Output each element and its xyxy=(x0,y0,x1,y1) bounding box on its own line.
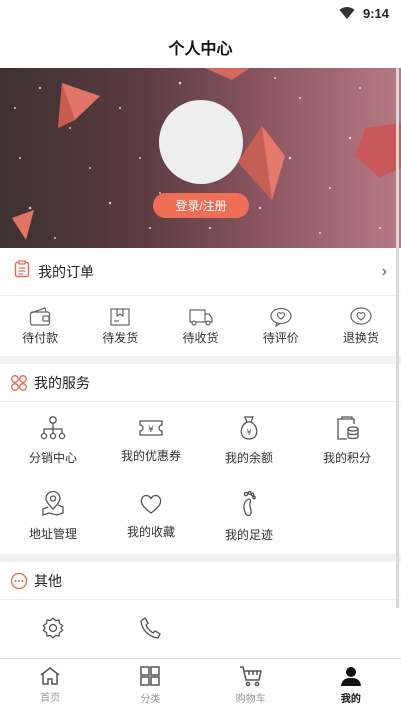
scrollbar[interactable] xyxy=(396,68,399,608)
other-title: 其他 xyxy=(34,572,62,589)
status-bar: 9:14 xyxy=(0,0,401,26)
service-favorites-label: 我的收藏 xyxy=(126,524,175,539)
svg-text:¥: ¥ xyxy=(148,425,154,435)
order-pending-review[interactable]: 待评价 xyxy=(241,307,321,346)
service-favorites[interactable]: 我的收藏 xyxy=(102,478,200,554)
bottom-tab-bar: 首页 分类 购物车 我的 xyxy=(0,658,401,710)
chevron-right-icon: › xyxy=(381,262,387,280)
avatar[interactable] xyxy=(159,100,243,184)
points-icon xyxy=(337,415,359,440)
user-icon xyxy=(340,666,361,686)
tab-category[interactable]: 分类 xyxy=(100,659,200,710)
profile-banner: 登录/注册 xyxy=(0,68,401,248)
wallet-icon xyxy=(29,306,51,326)
wifi-icon xyxy=(339,6,355,20)
status-time: 9:14 xyxy=(362,5,389,21)
tab-cart[interactable]: 购物车 xyxy=(201,659,301,710)
network-icon xyxy=(40,415,66,439)
service-coupons-label: 我的优惠券 xyxy=(120,448,181,463)
cart-icon xyxy=(239,665,262,686)
order-pending-receipt[interactable]: 待收货 xyxy=(160,307,240,346)
more-circle-icon xyxy=(10,572,28,589)
login-register-button[interactable]: 登录/注册 xyxy=(153,193,249,218)
order-pending-shipment-label: 待发货 xyxy=(102,330,139,345)
comment-heart-icon xyxy=(270,307,292,327)
service-points[interactable]: 我的积分 xyxy=(298,402,396,478)
heart-icon xyxy=(140,494,162,514)
settings-icon xyxy=(42,617,64,639)
my-orders-header[interactable]: 我的订单 › xyxy=(0,248,401,296)
svg-text:¥: ¥ xyxy=(246,428,251,437)
order-pending-receipt-label: 待收货 xyxy=(182,330,219,345)
divider xyxy=(0,356,401,364)
other-header: 其他 xyxy=(0,562,401,600)
service-address-management-label: 地址管理 xyxy=(28,526,77,541)
service-footprints-label: 我的足迹 xyxy=(224,527,273,542)
tab-mine-label: 我的 xyxy=(340,693,361,705)
order-pending-payment[interactable]: 待付款 xyxy=(0,306,80,346)
divider xyxy=(0,554,401,562)
service-footprints[interactable]: 我的足迹 xyxy=(200,478,298,554)
coupon-icon: ¥ xyxy=(139,419,163,436)
home-icon xyxy=(40,666,60,685)
order-return-exchange[interactable]: 退换货 xyxy=(321,306,401,346)
category-icon xyxy=(140,665,161,686)
tab-mine[interactable]: 我的 xyxy=(301,659,401,710)
my-services-header: 我的服务 xyxy=(0,364,401,402)
phone-icon xyxy=(140,617,161,639)
services-title: 我的服务 xyxy=(34,374,90,391)
service-coupons[interactable]: ¥ 我的优惠券 xyxy=(102,402,200,478)
order-return-exchange-label: 退换货 xyxy=(342,330,379,345)
order-pending-review-label: 待评价 xyxy=(262,330,299,345)
service-balance-label: 我的余额 xyxy=(224,450,273,465)
order-status-row: 待付款 待发货 待收货 待评价 退换货 xyxy=(0,296,401,356)
service-distribution-center[interactable]: 分销中心 xyxy=(4,402,102,478)
footprint-icon xyxy=(243,490,256,516)
services-icon xyxy=(11,374,27,391)
package-icon xyxy=(110,307,130,326)
orders-title: 我的订单 xyxy=(38,263,94,280)
location-icon xyxy=(42,490,64,516)
truck-icon xyxy=(188,308,213,326)
return-heart-icon xyxy=(350,306,372,325)
service-balance[interactable]: ¥ 我的余额 xyxy=(200,402,298,478)
service-points-label: 我的积分 xyxy=(322,450,371,465)
orders-list-icon xyxy=(14,260,30,283)
tab-cart-label: 购物车 xyxy=(235,693,266,705)
services-grid: 分销中心 ¥ 我的优惠券 ¥ 我的余额 我的积分 地址管理 我的收藏 我的足迹 xyxy=(0,402,401,554)
tab-home-label: 首页 xyxy=(40,692,61,704)
order-pending-payment-label: 待付款 xyxy=(22,330,59,345)
tab-home[interactable]: 首页 xyxy=(0,659,100,710)
service-address-management[interactable]: 地址管理 xyxy=(4,478,102,554)
money-bag-icon: ¥ xyxy=(240,415,258,440)
page-title: 个人中心 xyxy=(168,41,233,58)
tab-category-label: 分类 xyxy=(140,693,161,705)
page-title-bar: 个人中心 xyxy=(0,26,401,68)
order-pending-shipment[interactable]: 待发货 xyxy=(80,307,160,346)
service-distribution-center-label: 分销中心 xyxy=(28,450,77,465)
